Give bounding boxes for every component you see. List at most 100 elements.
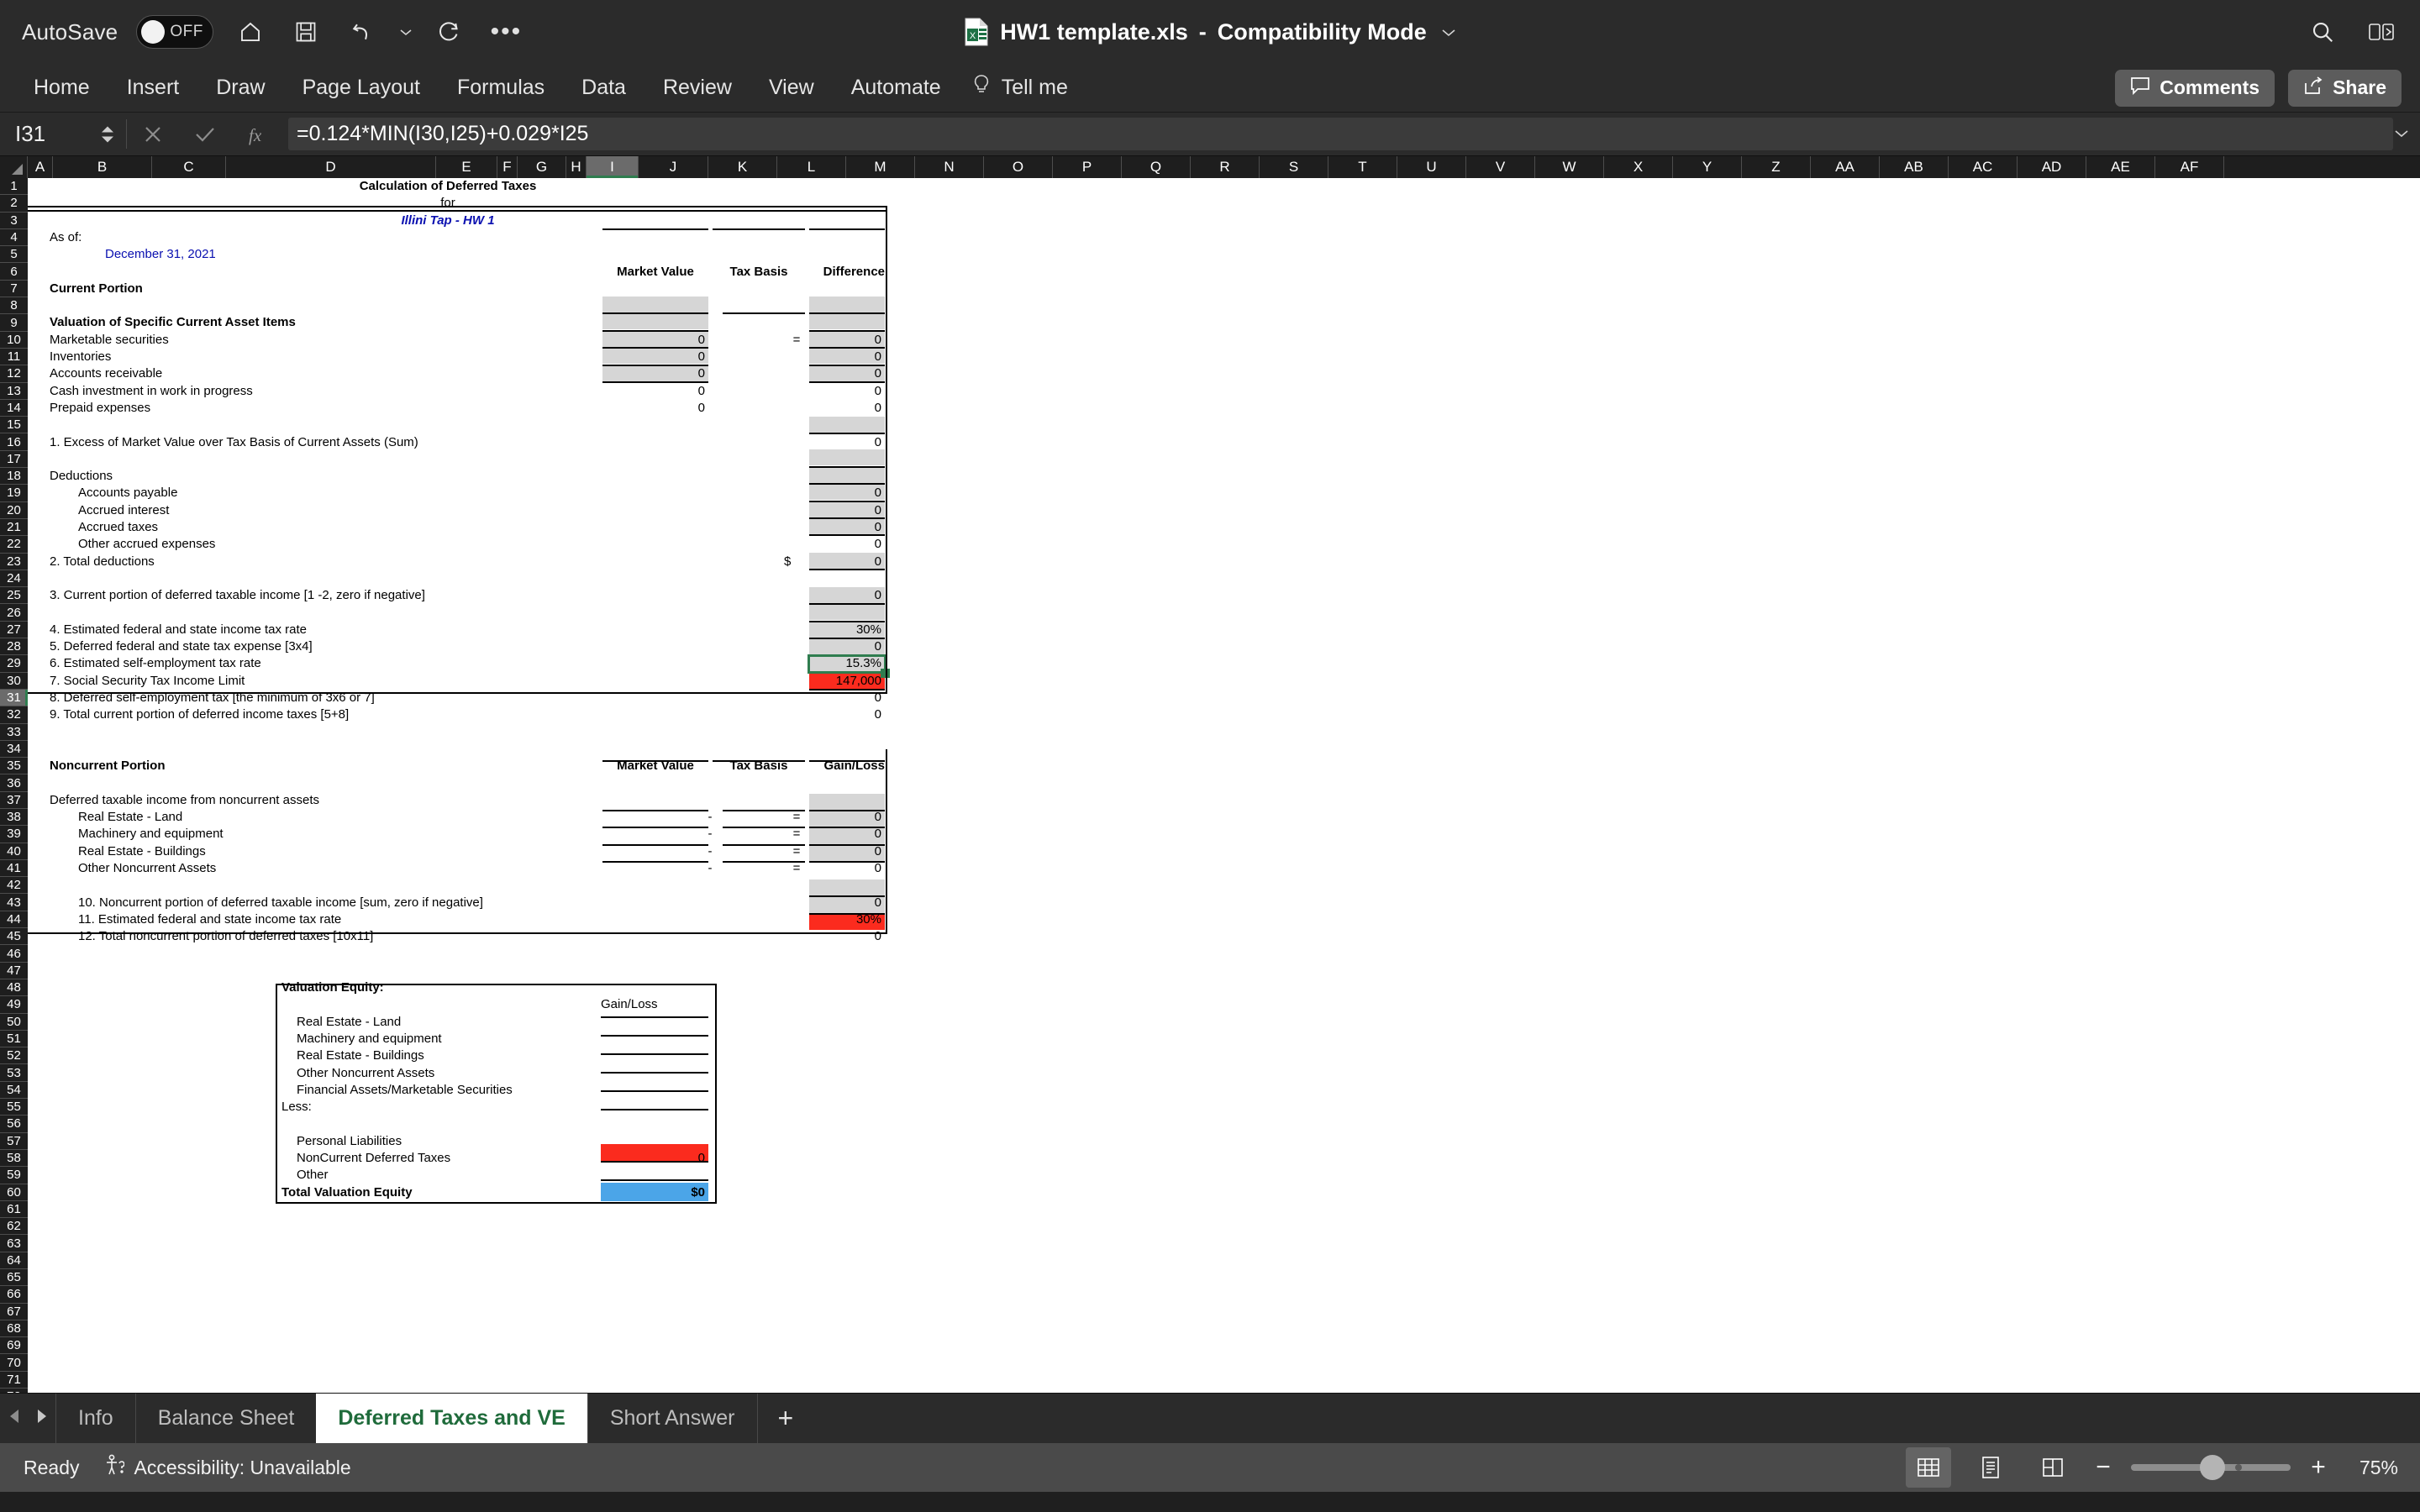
row-header-13[interactable]: 13 <box>0 383 28 400</box>
value-line4[interactable]: 30% <box>809 622 881 638</box>
sheet-prev-icon[interactable] <box>7 1408 22 1429</box>
row-header-43[interactable]: 43 <box>0 894 28 911</box>
row-header-38[interactable]: 38 <box>0 809 28 827</box>
column-header-m[interactable]: M <box>846 156 915 178</box>
column-header-x[interactable]: X <box>1604 156 1673 178</box>
name-box[interactable]: I31 <box>0 113 126 155</box>
row-header-17[interactable]: 17 <box>0 451 28 469</box>
ribbon-tab-page-layout[interactable]: Page Layout <box>284 68 439 108</box>
value-difference-5[interactable]: 0 <box>809 400 881 417</box>
row-header-59[interactable]: 59 <box>0 1167 28 1184</box>
column-header-e[interactable]: E <box>436 156 497 178</box>
column-header-b[interactable]: B <box>53 156 152 178</box>
zoom-out-button[interactable]: − <box>2092 1453 2114 1482</box>
cell-I43[interactable] <box>809 879 885 895</box>
column-header-aa[interactable]: AA <box>1811 156 1880 178</box>
value-line-3[interactable]: 0 <box>809 587 881 604</box>
undo-dropdown-icon[interactable] <box>398 13 413 50</box>
row-header-7[interactable]: 7 <box>0 281 28 298</box>
share-button[interactable]: Share <box>2288 69 2402 107</box>
page-layout-icon[interactable] <box>1968 1447 2013 1488</box>
column-header-t[interactable]: T <box>1328 156 1397 178</box>
column-header-af[interactable]: AF <box>2155 156 2224 178</box>
ve-total-value[interactable]: $0 <box>601 1184 705 1201</box>
value-noncurrent-gain-loss-2[interactable]: 0 <box>809 826 881 843</box>
row-header-67[interactable]: 67 <box>0 1304 28 1320</box>
value-line-2[interactable]: 0 <box>809 554 881 570</box>
zoom-in-button[interactable]: + <box>2307 1453 2329 1482</box>
value-market-2[interactable]: 0 <box>602 349 705 365</box>
value-difference-1[interactable]: 0 <box>809 332 881 349</box>
add-sheet-button[interactable]: + <box>756 1394 814 1443</box>
row-header-16[interactable]: 16 <box>0 433 28 451</box>
zoom-slider[interactable] <box>2131 1455 2291 1480</box>
row-header-48[interactable]: 48 <box>0 979 28 997</box>
row-header-26[interactable]: 26 <box>0 604 28 622</box>
expand-formula-bar-icon[interactable] <box>2393 127 2410 142</box>
row-header-20[interactable]: 20 <box>0 502 28 519</box>
tell-me-button[interactable]: Tell me <box>960 68 1086 108</box>
redo-icon[interactable] <box>432 13 469 50</box>
column-header-f[interactable]: F <box>497 156 518 178</box>
row-header-18[interactable]: 18 <box>0 468 28 486</box>
row-header-63[interactable]: 63 <box>0 1235 28 1252</box>
value-deduction-1[interactable]: 0 <box>809 485 881 501</box>
column-header-q[interactable]: Q <box>1122 156 1191 178</box>
row-header-24[interactable]: 24 <box>0 570 28 588</box>
value-noncurrent-gain-loss-4[interactable]: 0 <box>809 860 881 877</box>
autosave-toggle[interactable]: OFF <box>136 15 214 49</box>
column-header-g[interactable]: G <box>518 156 566 178</box>
value-line7[interactable]: 147,000 <box>809 673 881 690</box>
ribbon-tab-review[interactable]: Review <box>644 68 750 108</box>
row-header-44[interactable]: 44 <box>0 911 28 929</box>
column-header-c[interactable]: C <box>152 156 226 178</box>
cell-E10[interactable] <box>602 297 708 312</box>
sheet-tab-info[interactable]: Info <box>55 1394 135 1443</box>
row-header-62[interactable]: 62 <box>0 1218 28 1236</box>
value-market-4[interactable]: 0 <box>602 383 705 400</box>
row-header-50[interactable]: 50 <box>0 1014 28 1031</box>
sheet-tab-deferred-taxes-and-ve[interactable]: Deferred Taxes and VE <box>316 1394 587 1443</box>
row-header-27[interactable]: 27 <box>0 622 28 639</box>
row-header-36[interactable]: 36 <box>0 774 28 792</box>
home-icon[interactable] <box>232 13 269 50</box>
sheet-next-icon[interactable] <box>34 1408 50 1429</box>
sheet-tab-short-answer[interactable]: Short Answer <box>587 1394 757 1443</box>
row-header-46[interactable]: 46 <box>0 945 28 963</box>
ribbon-tab-draw[interactable]: Draw <box>197 68 283 108</box>
row-header-1[interactable]: 1 <box>0 178 28 196</box>
sheet-nav-arrows[interactable] <box>0 1394 55 1443</box>
ribbon-display-options-icon[interactable] <box>2363 13 2400 50</box>
row-header-54[interactable]: 54 <box>0 1082 28 1100</box>
row-header-47[interactable]: 47 <box>0 963 28 979</box>
value-line9[interactable]: 0 <box>809 706 881 723</box>
ribbon-tab-data[interactable]: Data <box>563 68 644 108</box>
value-deduction-2[interactable]: 0 <box>809 502 881 519</box>
value-deduction-3[interactable]: 0 <box>809 519 881 536</box>
row-header-11[interactable]: 11 <box>0 349 28 366</box>
undo-icon[interactable] <box>343 13 380 50</box>
value-line10[interactable]: 0 <box>809 895 881 911</box>
worksheet-cells[interactable]: Calculation of Deferred Taxes for Illini T… <box>28 178 2420 1393</box>
cell-I16[interactable] <box>809 417 885 433</box>
cell-I38[interactable] <box>809 794 885 810</box>
column-header-h[interactable]: H <box>566 156 587 178</box>
spreadsheet-grid[interactable]: A B C D E F G H I J K L M N O P Q R S T U V W X Y Z AA AB AC AD AE AF 1… <box>0 156 2420 1393</box>
row-header-49[interactable]: 49 <box>0 996 28 1014</box>
column-header-l[interactable]: L <box>777 156 846 178</box>
row-header-29[interactable]: 29 <box>0 655 28 673</box>
row-header-2[interactable]: 2 <box>0 195 28 213</box>
row-header-32[interactable]: 32 <box>0 706 28 724</box>
sheet-tab-balance-sheet[interactable]: Balance Sheet <box>134 1394 317 1443</box>
column-header-ad[interactable]: AD <box>2018 156 2086 178</box>
title-chevron-down-icon[interactable] <box>1441 23 1456 42</box>
row-header-9[interactable]: 9 <box>0 314 28 332</box>
row-header-5[interactable]: 5 <box>0 246 28 264</box>
row-header-68[interactable]: 68 <box>0 1320 28 1338</box>
row-header-37[interactable]: 37 <box>0 792 28 809</box>
row-header-3[interactable]: 3 <box>0 213 28 229</box>
ribbon-tab-formulas[interactable]: Formulas <box>439 68 563 108</box>
row-header-10[interactable]: 10 <box>0 332 28 349</box>
value-difference-2[interactable]: 0 <box>809 349 881 365</box>
row-header-40[interactable]: 40 <box>0 843 28 860</box>
